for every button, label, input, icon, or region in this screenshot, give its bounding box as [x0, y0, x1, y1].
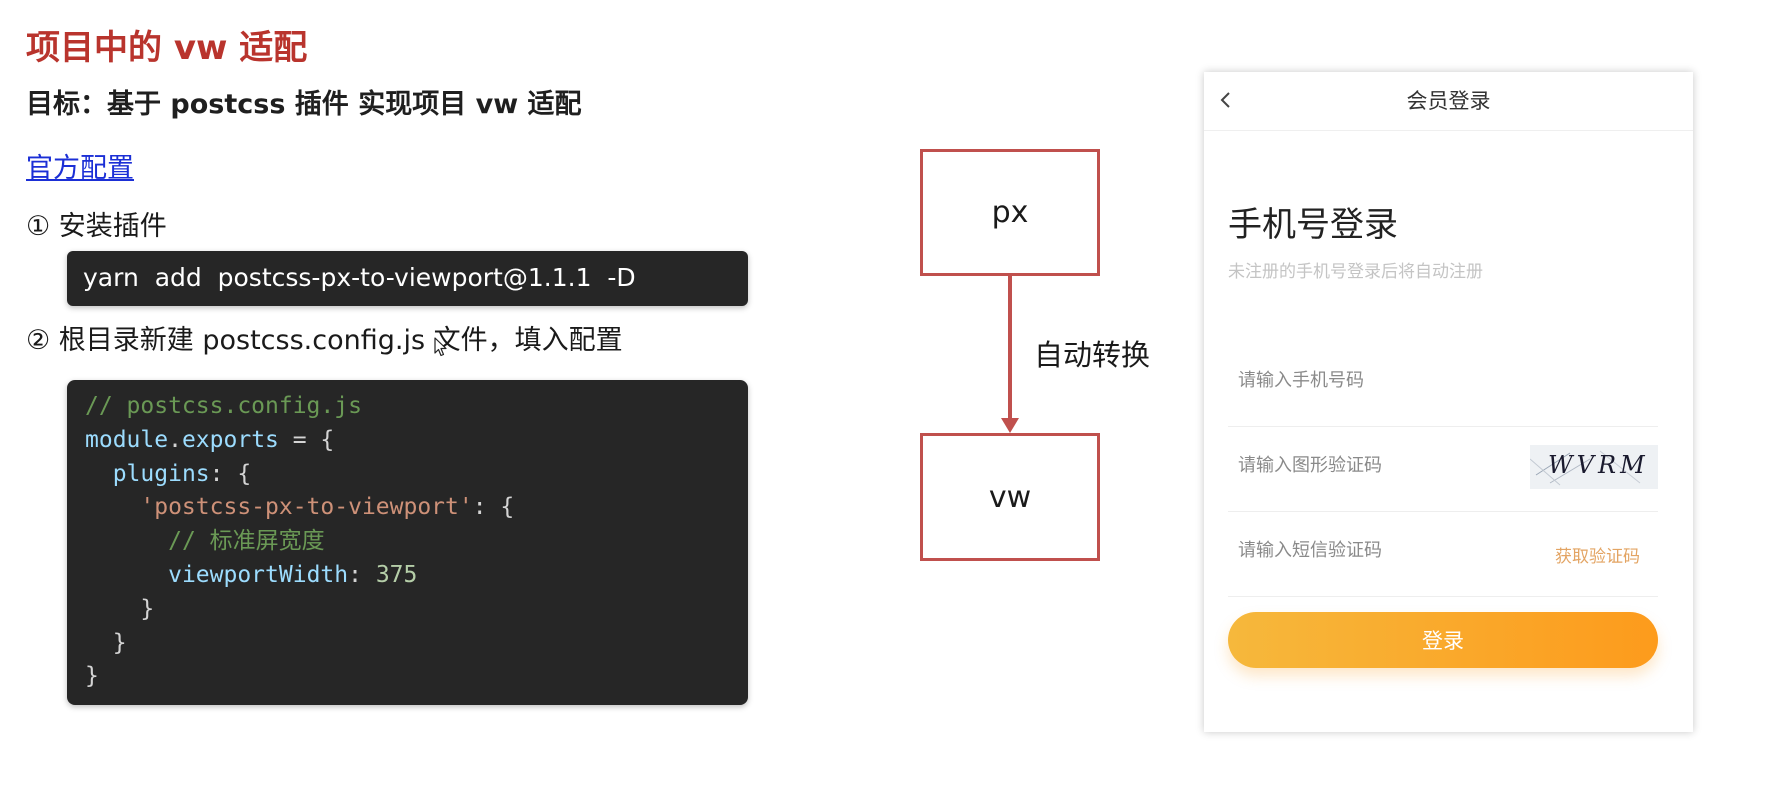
phone-number-field [1228, 342, 1658, 427]
code-module: module [85, 426, 169, 453]
install-command-block: yarn add postcss-px-to-viewport@1.1.1 -D [67, 251, 748, 306]
phone-header-title: 会员登录 [1406, 89, 1491, 113]
captcha-text: WVRM [1548, 451, 1649, 479]
auto-convert-label: 自动转换 [1034, 338, 1151, 372]
captcha-image[interactable]: WVRM [1530, 445, 1658, 489]
px-box: px [920, 149, 1100, 276]
mouse-cursor-icon [434, 337, 447, 357]
vw-box: vw [920, 433, 1100, 561]
slide-title: 项目中的 vw 适配 [26, 28, 308, 68]
login-heading: 手机号登录 [1228, 205, 1398, 245]
phone-number-input[interactable] [1238, 370, 1498, 391]
code-comment-filename: // postcss.config.js [85, 393, 362, 419]
phone-header: 会员登录 [1204, 72, 1693, 131]
step-install-plugin: ① 安装插件 [26, 211, 167, 242]
captcha-field: WVRM [1228, 427, 1658, 512]
phone-login-screen: 会员登录 手机号登录 未注册的手机号登录后将自动注册 WVRM 获取验证码 登录 [1204, 72, 1693, 732]
code-viewport-width-value: 375 [375, 561, 418, 588]
code-comment-width: // 标准屏宽度 [168, 528, 325, 555]
step-create-config: ② 根目录新建 postcss.config.js 文件，填入配置 [26, 325, 623, 356]
config-code: // postcss.config.js module.exports = { … [85, 393, 515, 690]
code-exports: exports [181, 426, 279, 453]
down-arrow-icon [1001, 276, 1019, 433]
config-code-block: // postcss.config.js module.exports = { … [67, 380, 748, 705]
code-plugins: plugins [112, 460, 210, 487]
sms-code-field: 获取验证码 [1228, 512, 1658, 597]
login-button[interactable]: 登录 [1228, 612, 1658, 668]
code-viewport-width-key: viewportWidth [168, 561, 349, 588]
login-subheading: 未注册的手机号登录后将自动注册 [1228, 262, 1483, 282]
slide-goal: 目标：基于 postcss 插件 实现项目 vw 适配 [26, 89, 582, 120]
captcha-input[interactable] [1238, 455, 1498, 476]
sms-code-input[interactable] [1238, 540, 1498, 561]
px-label: px [991, 195, 1029, 230]
install-command: yarn add postcss-px-to-viewport@1.1.1 -D [83, 263, 636, 292]
get-sms-code-link[interactable]: 获取验证码 [1555, 542, 1640, 567]
official-config-link[interactable]: 官方配置 [26, 146, 134, 185]
vw-label: vw [988, 479, 1032, 515]
code-plugin-name: 'postcss-px-to-viewport' [140, 494, 473, 521]
